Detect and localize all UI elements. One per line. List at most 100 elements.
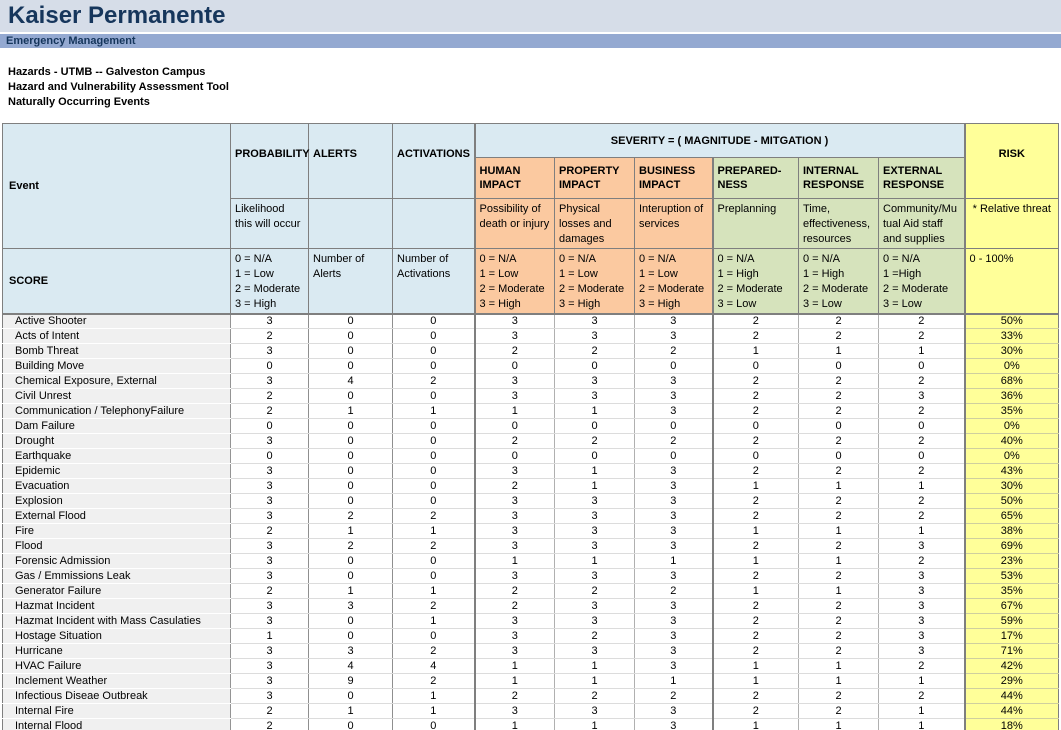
risk-cell: 18% xyxy=(965,719,1059,730)
value-cell: 0 xyxy=(309,314,393,329)
desc-risk: * Relative threat xyxy=(965,199,1059,249)
desc-human-impact: Possibility of death or injury xyxy=(475,199,555,249)
value-cell: 0 xyxy=(555,419,635,434)
event-column-header: Event xyxy=(3,124,231,249)
value-cell: 3 xyxy=(879,629,965,644)
table-row: Epidemic 3 0 0 3 1 3 2 2 2 43% xyxy=(3,464,1059,479)
value-cell: 3 xyxy=(475,329,555,344)
value-cell: 1 xyxy=(879,524,965,539)
table-row: Gas / Emmissions Leak 3 0 0 3 3 3 2 2 3 … xyxy=(3,569,1059,584)
hazard-vulnerability-table: Event PROBABILITY ALERTS ACTIVATIONS SEV… xyxy=(2,123,1059,730)
table-row: Hazmat Incident 3 3 2 2 3 3 2 2 3 67% xyxy=(3,599,1059,614)
value-cell: 0 xyxy=(309,569,393,584)
value-cell: 2 xyxy=(309,539,393,554)
value-cell: 0 xyxy=(231,359,309,374)
value-cell: 2 xyxy=(799,704,879,719)
value-cell: 2 xyxy=(799,329,879,344)
value-cell: 1 xyxy=(799,554,879,569)
value-cell: 2 xyxy=(879,434,965,449)
event-cell: Explosion xyxy=(3,494,231,509)
value-cell: 3 xyxy=(879,614,965,629)
value-cell: 0 xyxy=(393,719,475,730)
value-cell: 0 xyxy=(309,629,393,644)
value-cell: 0 xyxy=(309,614,393,629)
table-row: Civil Unrest 2 0 0 3 3 3 2 2 3 36% xyxy=(3,389,1059,404)
value-cell: 1 xyxy=(393,584,475,599)
subtitle-bar: Emergency Management xyxy=(0,34,1061,48)
value-cell: 3 xyxy=(475,314,555,329)
value-cell: 3 xyxy=(475,629,555,644)
value-cell: 1 xyxy=(799,674,879,689)
event-cell: Bomb Threat xyxy=(3,344,231,359)
value-cell: 3 xyxy=(475,524,555,539)
value-cell: 2 xyxy=(799,569,879,584)
value-cell: 2 xyxy=(393,509,475,524)
score-scale-business-impact: 0 = N/A 1 = Low 2 = Moderate 3 = High xyxy=(635,249,713,314)
value-cell: 1 xyxy=(393,524,475,539)
value-cell: 2 xyxy=(879,659,965,674)
value-cell: 0 xyxy=(309,464,393,479)
value-cell: 1 xyxy=(713,479,799,494)
value-cell: 2 xyxy=(879,404,965,419)
value-cell: 2 xyxy=(799,389,879,404)
desc-alerts xyxy=(309,199,393,249)
table-row: Infectious Diseae Outbreak 3 0 1 2 2 2 2… xyxy=(3,689,1059,704)
doc-title-line-2: Hazard and Vulnerability Assessment Tool xyxy=(8,80,1061,95)
value-cell: 3 xyxy=(879,389,965,404)
value-cell: 1 xyxy=(555,719,635,730)
value-cell: 2 xyxy=(879,494,965,509)
value-cell: 0 xyxy=(309,479,393,494)
score-scale-alerts: Number of Alerts xyxy=(309,249,393,314)
table-row: Dam Failure 0 0 0 0 0 0 0 0 0 0% xyxy=(3,419,1059,434)
value-cell: 2 xyxy=(635,689,713,704)
doc-title-line-1: Hazards - UTMB -- Galveston Campus xyxy=(8,65,1061,80)
value-cell: 1 xyxy=(393,404,475,419)
value-cell: 0 xyxy=(475,449,555,464)
subtitle-text: Emergency Management xyxy=(6,35,136,47)
value-cell: 1 xyxy=(713,344,799,359)
value-cell: 2 xyxy=(879,554,965,569)
value-cell: 2 xyxy=(231,329,309,344)
event-cell: Internal Flood xyxy=(3,719,231,730)
value-cell: 0 xyxy=(393,494,475,509)
event-cell: Flood xyxy=(3,539,231,554)
risk-cell: 50% xyxy=(965,494,1059,509)
column-header-internal-response: INTERNAL RESPONSE xyxy=(799,158,879,199)
risk-cell: 36% xyxy=(965,389,1059,404)
value-cell: 0 xyxy=(309,494,393,509)
table-row: Drought 3 0 0 2 2 2 2 2 2 40% xyxy=(3,434,1059,449)
value-cell: 0 xyxy=(393,464,475,479)
value-cell: 1 xyxy=(555,479,635,494)
value-cell: 0 xyxy=(309,434,393,449)
table-row: Flood 3 2 2 3 3 3 2 2 3 69% xyxy=(3,539,1059,554)
risk-cell: 29% xyxy=(965,674,1059,689)
value-cell: 1 xyxy=(799,524,879,539)
table-row: External Flood 3 2 2 3 3 3 2 2 2 65% xyxy=(3,509,1059,524)
value-cell: 3 xyxy=(309,599,393,614)
value-cell: 0 xyxy=(635,359,713,374)
table-row: Hostage Situation 1 0 0 3 2 3 2 2 3 17% xyxy=(3,629,1059,644)
value-cell: 2 xyxy=(475,479,555,494)
value-cell: 1 xyxy=(799,344,879,359)
value-cell: 0 xyxy=(231,449,309,464)
value-cell: 1 xyxy=(393,614,475,629)
value-cell: 3 xyxy=(231,614,309,629)
desc-external-response: Community/Mutual Aid staff and supplies xyxy=(879,199,965,249)
value-cell: 3 xyxy=(231,539,309,554)
column-header-property-impact: PROPERTY IMPACT xyxy=(555,158,635,199)
value-cell: 0 xyxy=(393,554,475,569)
value-cell: 3 xyxy=(475,509,555,524)
risk-cell: 69% xyxy=(965,539,1059,554)
value-cell: 0 xyxy=(475,359,555,374)
value-cell: 2 xyxy=(231,704,309,719)
value-cell: 2 xyxy=(309,509,393,524)
risk-cell: 65% xyxy=(965,509,1059,524)
value-cell: 4 xyxy=(309,659,393,674)
risk-cell: 43% xyxy=(965,464,1059,479)
desc-probability: Likelihood this will occur xyxy=(231,199,309,249)
value-cell: 1 xyxy=(713,674,799,689)
value-cell: 2 xyxy=(713,644,799,659)
value-cell: 2 xyxy=(475,344,555,359)
value-cell: 0 xyxy=(393,449,475,464)
doc-title-line-3: Naturally Occurring Events xyxy=(8,95,1061,110)
